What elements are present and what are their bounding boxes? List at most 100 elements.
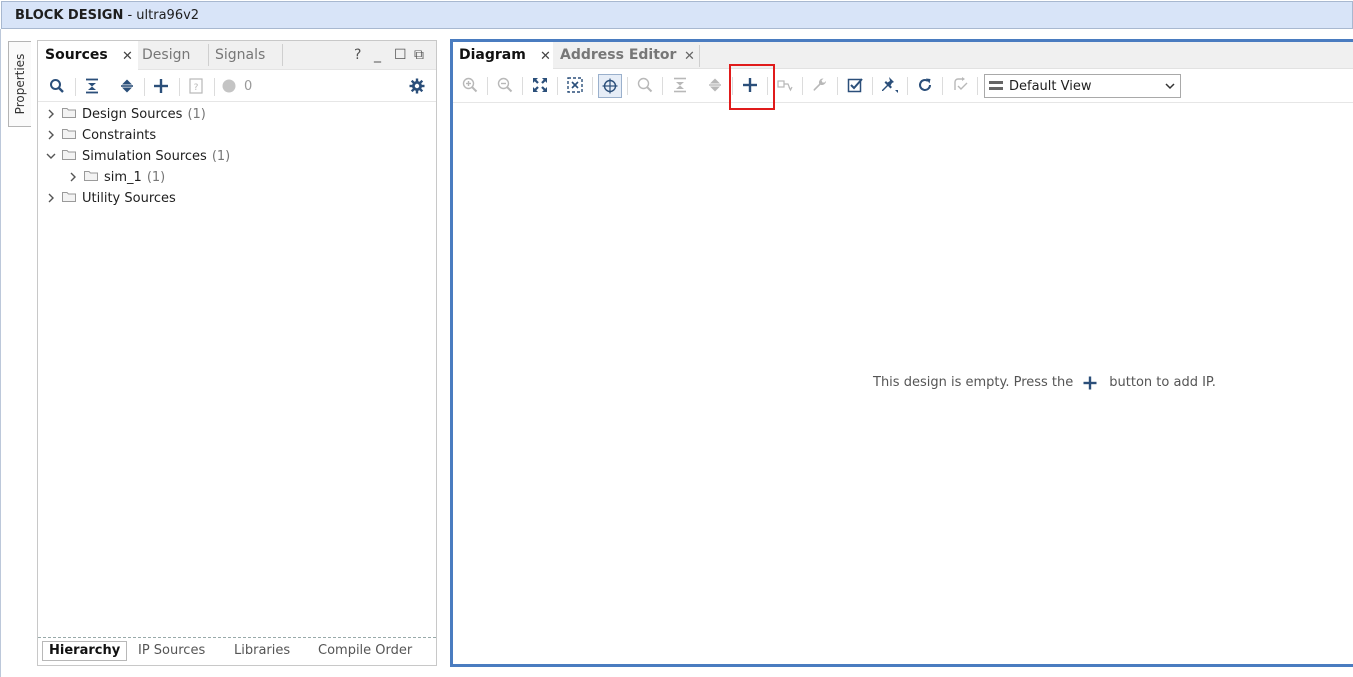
toolbar-separator [179, 78, 180, 96]
empty-message-after: button to add IP. [1109, 375, 1216, 390]
tree-node-utility-sources[interactable]: Utility Sources [44, 188, 181, 208]
gear-icon[interactable] [406, 75, 428, 97]
sources-toolbar: ? 0 [38, 70, 436, 102]
tab-signals-label: Signals [215, 47, 266, 63]
float-icon[interactable]: ⧉ [414, 47, 424, 63]
toolbar-separator [487, 77, 488, 95]
pin-icon[interactable] [879, 74, 901, 96]
regenerate-icon[interactable] [949, 74, 971, 96]
folder-icon [62, 107, 76, 122]
chevron-right-icon[interactable] [44, 109, 58, 119]
tab-libraries[interactable]: Libraries [234, 643, 290, 658]
chevron-down-icon[interactable] [44, 152, 58, 160]
toolbar-separator [802, 77, 803, 95]
tab-design-label: Design [142, 47, 191, 63]
left-divider [0, 29, 1, 677]
toolbar-separator [942, 77, 943, 95]
toolbar-separator [627, 77, 628, 95]
toolbar-separator [662, 77, 663, 95]
minimize-icon[interactable]: _ [374, 47, 381, 63]
fit-selection-icon[interactable] [564, 74, 586, 96]
tab-separator [282, 44, 283, 66]
toolbar-separator [75, 78, 76, 96]
refresh-icon[interactable] [914, 74, 936, 96]
add-ip-highlight [729, 64, 775, 110]
help-icon[interactable]: ? [354, 47, 361, 63]
status-count: 0 [244, 78, 253, 94]
folder-icon [62, 191, 76, 206]
search-icon[interactable] [46, 75, 68, 97]
tab-address-editor-label: Address Editor [560, 47, 677, 63]
window-title-main: BLOCK DESIGN [15, 8, 124, 23]
diagram-panel: Diagram ✕ Address Editor ✕ Default View … [450, 39, 1353, 667]
svg-text:?: ? [194, 83, 199, 93]
window-title-bar: BLOCK DESIGN - ultra96v2 [1, 1, 1353, 29]
toolbar-separator [592, 77, 593, 95]
tree-node-count: (1) [187, 106, 206, 122]
close-icon[interactable]: ✕ [540, 49, 551, 64]
tab-ip-sources[interactable]: IP Sources [138, 643, 205, 658]
folder-icon [62, 149, 76, 164]
folder-icon [84, 170, 98, 185]
tree-node-simulation-sources[interactable]: Simulation Sources (1) [44, 146, 230, 166]
tree-node-label: Constraints [82, 127, 157, 143]
tab-compile-order[interactable]: Compile Order [318, 643, 412, 658]
collapse-all-icon[interactable] [81, 75, 103, 97]
toolbar-separator [872, 77, 873, 95]
view-select[interactable]: Default View [984, 74, 1181, 98]
validate-icon[interactable] [844, 74, 866, 96]
diagram-tab-row: Diagram ✕ Address Editor ✕ [453, 42, 1353, 69]
add-sources-icon[interactable] [150, 75, 172, 97]
tree-node-design-sources[interactable]: Design Sources (1) [44, 104, 206, 124]
route-icon[interactable] [774, 74, 796, 96]
chevron-right-icon[interactable] [66, 172, 80, 182]
toolbar-separator [144, 78, 145, 96]
properties-side-tab[interactable]: Properties [8, 41, 31, 127]
tree-node-constraints[interactable]: Constraints [44, 125, 161, 145]
help-icon[interactable]: ? [185, 75, 207, 97]
tab-diagram[interactable]: Diagram [453, 42, 553, 69]
chevron-down-icon[interactable] [1160, 82, 1180, 90]
toolbar-separator [522, 77, 523, 95]
collapse-icon[interactable] [669, 74, 691, 96]
tab-address-editor[interactable]: Address Editor [560, 42, 676, 71]
tab-separator [699, 45, 700, 67]
tab-hierarchy[interactable]: Hierarchy [42, 641, 128, 661]
properties-side-tab-label: Properties [13, 53, 27, 115]
maximize-icon[interactable]: ☐ [394, 47, 407, 63]
tab-separator [208, 44, 209, 66]
empty-message-before: This design is empty. Press the [873, 375, 1074, 390]
chevron-right-icon[interactable] [44, 130, 58, 140]
tree-node-sim-1[interactable]: sim_1 (1) [66, 167, 165, 187]
fit-icon[interactable] [529, 74, 551, 96]
status-dot-icon [222, 79, 236, 93]
tab-diagram-label: Diagram [459, 47, 526, 63]
view-select-value: Default View [1009, 78, 1092, 94]
tree-node-label: Utility Sources [82, 190, 176, 206]
tree-node-count: (1) [211, 148, 231, 164]
tree-node-label: sim_1 [104, 169, 142, 185]
sources-panel: Sources ✕ Design Signals ? _ ☐ ⧉ ? 0 Des… [37, 40, 437, 666]
sources-tab-row: Sources ✕ Design Signals ? _ ☐ ⧉ [38, 41, 436, 70]
tab-sources-label: Sources [45, 47, 108, 63]
zoom-in-icon[interactable] [459, 74, 481, 96]
wrench-icon[interactable] [809, 74, 831, 96]
toolbar-separator [837, 77, 838, 95]
chevron-right-icon[interactable] [44, 193, 58, 203]
tree-node-label: Simulation Sources [82, 148, 207, 164]
close-icon[interactable]: ✕ [684, 49, 695, 64]
add-ip-inline-icon[interactable] [1083, 376, 1097, 390]
select-area-icon[interactable] [598, 74, 622, 98]
tab-signals[interactable]: Signals [215, 41, 265, 70]
toolbar-separator [557, 77, 558, 95]
toolbar-separator [977, 77, 978, 95]
close-icon[interactable]: ✕ [122, 49, 133, 64]
expand-icon[interactable] [704, 74, 726, 96]
search-icon[interactable] [634, 74, 656, 96]
expand-all-icon[interactable] [116, 75, 138, 97]
sources-bottom-tabs: Hierarchy IP Sources Libraries Compile O… [38, 637, 436, 665]
zoom-out-icon[interactable] [494, 74, 516, 96]
list-view-icon [989, 80, 1003, 92]
empty-design-message: This design is empty. Press the button t… [873, 375, 1216, 390]
tab-design[interactable]: Design [142, 41, 190, 70]
